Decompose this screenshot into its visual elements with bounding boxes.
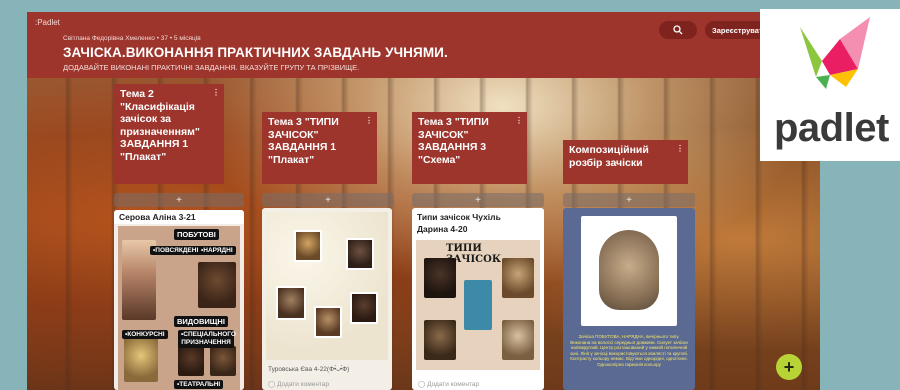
model-photo xyxy=(124,338,158,382)
poster-image xyxy=(266,212,388,360)
column-menu-icon[interactable]: ⋮ xyxy=(676,143,684,156)
logo-text: padlet xyxy=(774,106,889,150)
poster-image: ПОБУТОВІ •ПОВСЯКДЕННІ •НАРЯДНІ ВИДОВИЩНІ… xyxy=(118,226,240,390)
column-title: Тема 3 "ТИПИ ЗАЧІСОК" ЗАВДАННЯ 3 "Схема" xyxy=(418,116,489,166)
hairstyle-photo xyxy=(581,216,677,326)
poster-label: ВИДОВИЩНІ xyxy=(174,316,228,327)
search-button[interactable] xyxy=(659,21,697,39)
post-title: Типи зачісок Чухіль Дарина 4-20 xyxy=(417,212,501,234)
post-card-4[interactable]: Зачіска ПОБУТОВА, НАРЯДНА, вечірнього ти… xyxy=(563,208,695,390)
column-title: Композиційний розбір зачіски xyxy=(569,144,649,169)
column-header-1[interactable]: Тема 2 "Класифікація зачісок за призначе… xyxy=(114,84,224,184)
padlet-logo: padlet xyxy=(760,9,900,161)
add-post-fab[interactable]: + xyxy=(776,354,802,380)
plus-icon: + xyxy=(626,194,632,206)
poster-label: •КОНКУРСНІ xyxy=(122,330,168,339)
analysis-caption: Зачіска ПОБУТОВА, НАРЯДНА, вечірнього ти… xyxy=(569,334,689,367)
board-description: ДОДАВАЙТЕ ВИКОНАНІ ПРАКТИЧНІ ЗАВДАННЯ. В… xyxy=(63,63,360,72)
search-icon xyxy=(673,25,683,35)
hairstyle-photo xyxy=(346,238,374,270)
add-comment-link[interactable]: ◯ Додати коментар xyxy=(268,380,329,388)
poster-label: •НАРЯДНІ xyxy=(198,246,236,255)
plus-icon: + xyxy=(325,194,331,206)
comment-icon: ◯ xyxy=(268,381,276,388)
hairstyle-photo xyxy=(314,306,342,338)
poster-label: •ТЕАТРАЛЬНІ xyxy=(174,380,224,389)
hairstyle-photo xyxy=(502,258,534,298)
board-header: :Padlet Світлана Федорівна Хмеленко • 37… xyxy=(27,12,775,78)
diagram-center xyxy=(464,280,492,330)
comment-label: Додати коментар xyxy=(277,381,330,388)
hairstyle-photo xyxy=(276,286,306,320)
post-card-1[interactable]: Серова Аліна 3-21 ПОБУТОВІ •ПОВСЯКДЕННІ … xyxy=(114,210,244,390)
column-menu-icon[interactable]: ⋮ xyxy=(515,115,523,128)
comment-label: Додати коментар xyxy=(427,381,480,388)
board-canvas: :Padlet Світлана Федорівна Хмеленко • 37… xyxy=(27,12,820,390)
hairstyle-photo xyxy=(350,292,378,324)
model-photo xyxy=(210,346,236,376)
hairstyle-photo xyxy=(294,230,322,262)
post-card-2[interactable]: Туровська Єва 4-22(Ф•̀ᴗ•́Ф) ◯ Додати ком… xyxy=(262,208,392,390)
column-title: Тема 3 "ТИПИ ЗАЧІСОК" ЗАВДАННЯ 1 "Плакат… xyxy=(268,116,339,166)
padlet-crane-icon xyxy=(800,17,870,89)
column-header-2[interactable]: Тема 3 "ТИПИ ЗАЧІСОК" ЗАВДАННЯ 1 "Плакат… xyxy=(262,112,377,184)
padlet-brand[interactable]: :Padlet xyxy=(35,18,60,27)
model-photo xyxy=(178,346,204,376)
hairstyle-photo xyxy=(424,320,456,360)
add-post-button-2[interactable]: + xyxy=(262,193,394,207)
poster-label: ПОБУТОВІ xyxy=(174,229,219,240)
page-title: ЗАЧІСКА.ВИКОНАННЯ ПРАКТИЧНИХ ЗАВДАНЬ УЧН… xyxy=(63,45,448,60)
column-menu-icon[interactable]: ⋮ xyxy=(365,115,373,128)
poster-label: •СПЕЦІАЛЬНОГО ПРИЗНАЧЕННЯ xyxy=(178,330,236,348)
hairstyle-photo xyxy=(502,320,534,360)
post-title: Серова Аліна 3-21 xyxy=(114,210,244,224)
plus-icon: + xyxy=(176,194,182,206)
model-photo xyxy=(198,262,236,308)
hairstyle-photo xyxy=(424,258,456,298)
post-author: Туровська Єва 4-22(Ф•̀ᴗ•́Ф) xyxy=(268,366,350,373)
column-header-3[interactable]: Тема 3 "ТИПИ ЗАЧІСОК" ЗАВДАННЯ 3 "Схема"… xyxy=(412,112,527,184)
comment-icon: ◯ xyxy=(418,381,426,388)
add-comment-link[interactable]: ◯ Додати коментар xyxy=(418,380,479,388)
add-post-button-1[interactable]: + xyxy=(114,193,244,207)
add-post-button-3[interactable]: + xyxy=(412,193,544,207)
plus-icon: + xyxy=(475,194,481,206)
post-card-3[interactable]: Типи зачісок Чухіль Дарина 4-20 ТИПИ ЗАЧ… xyxy=(412,208,544,390)
column-header-4[interactable]: Композиційний розбір зачіски ⋮ xyxy=(563,140,688,184)
column-title: Тема 2 "Класифікація зачісок за призначе… xyxy=(120,88,200,163)
poster-image: ТИПИ ЗАЧІСОК xyxy=(416,240,540,370)
add-post-button-4[interactable]: + xyxy=(563,193,695,207)
column-menu-icon[interactable]: ⋮ xyxy=(212,87,220,100)
author-line: Світлана Федорівна Хмеленко • 37 • 5 міс… xyxy=(63,35,201,42)
